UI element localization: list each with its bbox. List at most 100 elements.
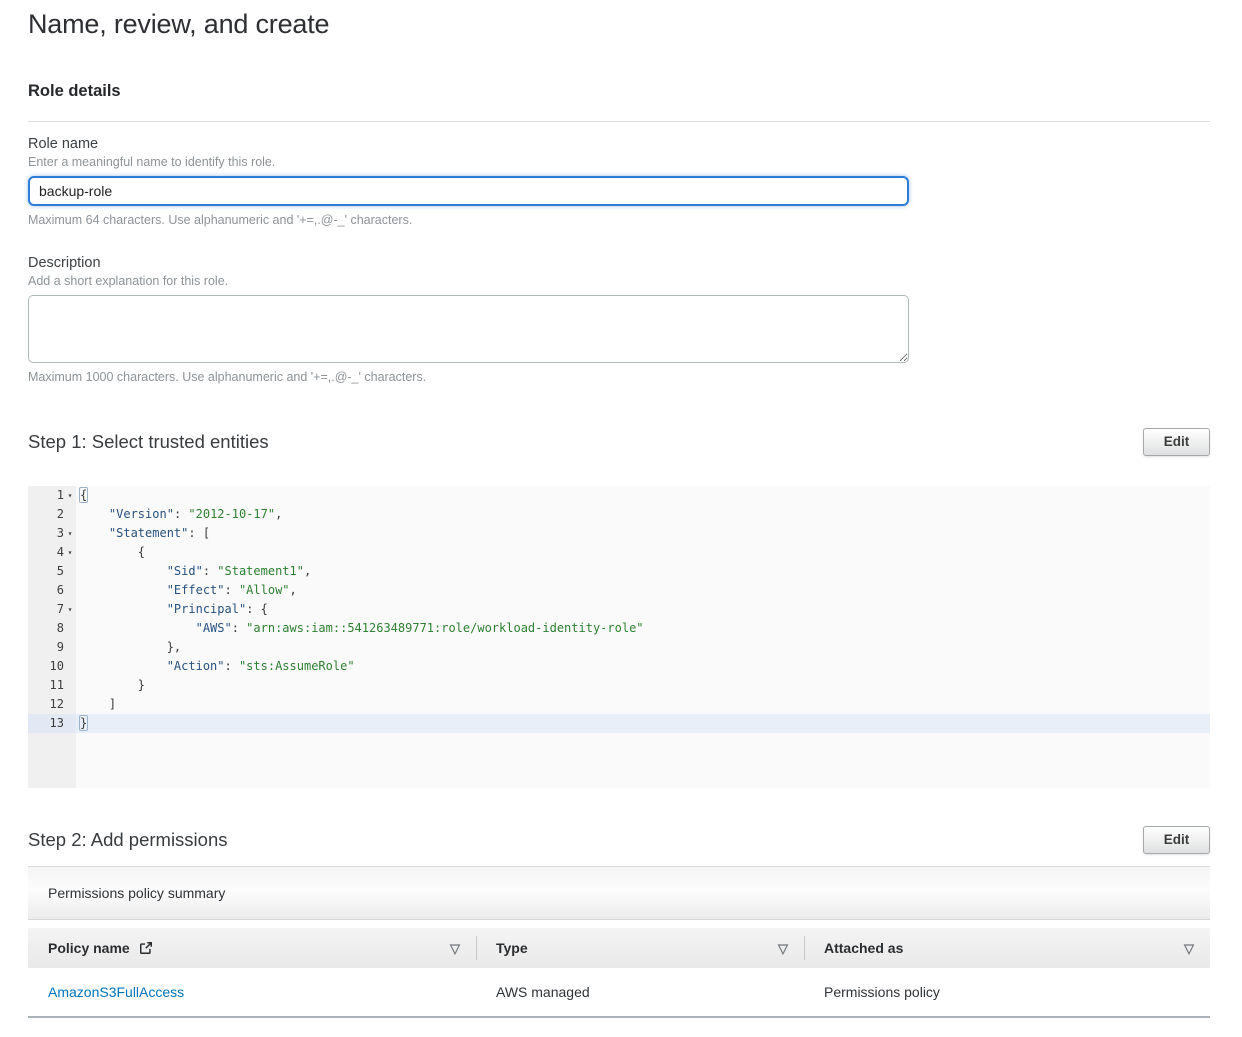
- code-line[interactable]: 6 "Effect": "Allow",: [28, 581, 1210, 600]
- fold-arrow-icon[interactable]: ▾: [64, 543, 76, 562]
- code-line[interactable]: 13}: [28, 714, 1210, 733]
- json-plain-token: [80, 602, 167, 616]
- filter-dropdown-icon[interactable]: ▽: [450, 942, 460, 955]
- json-key-token: "Sid": [167, 564, 203, 578]
- section-divider: [28, 121, 1210, 122]
- json-plain-token: :: [203, 564, 217, 578]
- fold-arrow-icon[interactable]: ▾: [64, 524, 76, 543]
- json-plain-token: [80, 659, 167, 673]
- policy-table-body: AmazonS3FullAccess AWS managedPermissions…: [28, 968, 1210, 1016]
- json-key-token: "Principal": [167, 602, 246, 616]
- gutter-cell: 11: [28, 676, 76, 695]
- step2-header-row: Step 2: Add permissions Edit: [28, 825, 1210, 854]
- code-line[interactable]: 1▾{: [28, 486, 1210, 505]
- description-textarea[interactable]: [28, 295, 909, 363]
- gutter-cell: 8: [28, 619, 76, 638]
- gutter-cell: 7▾: [28, 600, 76, 619]
- gutter-cell: 4▾: [28, 543, 76, 562]
- gutter-cell: 6: [28, 581, 76, 600]
- json-plain-token: : {: [246, 602, 268, 616]
- json-plain-token: {: [80, 545, 145, 559]
- json-plain-token: [80, 526, 109, 540]
- editor-empty-area[interactable]: [28, 733, 1210, 788]
- table-row: AmazonS3FullAccess AWS managedPermissions…: [28, 968, 1210, 1016]
- column-header-label: Type: [496, 940, 528, 956]
- code-line-text: }: [76, 714, 1210, 733]
- code-line[interactable]: 8 "AWS": "arn:aws:iam::541263489771:role…: [28, 619, 1210, 638]
- column-header-attached-as[interactable]: Attached as ▽: [804, 928, 1210, 968]
- json-plain-token: :: [225, 659, 239, 673]
- code-line-text: {: [76, 543, 1210, 562]
- filter-dropdown-icon[interactable]: ▽: [1184, 942, 1194, 955]
- trust-policy-code-editor[interactable]: 1▾{2 "Version": "2012-10-17",3▾ "Stateme…: [28, 486, 1210, 788]
- permissions-summary-panel-header: Permissions policy summary: [28, 866, 1210, 920]
- code-line-text: "AWS": "arn:aws:iam::541263489771:role/w…: [76, 619, 1210, 638]
- permissions-policy-table: Policy name▽ Type ▽ Attached as ▽ AmazonS3Fu…: [28, 928, 1210, 1018]
- line-number: 12: [50, 695, 64, 714]
- json-key-token: "Version": [109, 507, 174, 521]
- json-plain-token: }: [80, 678, 145, 692]
- policy-table-header-row: Policy name▽ Type ▽ Attached as ▽: [28, 928, 1210, 968]
- json-plain-token: },: [80, 640, 181, 654]
- code-line-text: {: [76, 486, 1210, 505]
- filter-dropdown-icon[interactable]: ▽: [778, 942, 788, 955]
- cell-attached-as: Permissions policy: [804, 984, 1210, 1000]
- code-line[interactable]: 12 ]: [28, 695, 1210, 714]
- gutter-cell: 13: [28, 714, 76, 733]
- column-header-policy-name[interactable]: Policy name▽: [28, 928, 476, 968]
- fold-arrow-icon[interactable]: ▾: [64, 486, 76, 505]
- gutter-cell: 2: [28, 505, 76, 524]
- line-number: 5: [57, 562, 64, 581]
- line-number: 6: [57, 581, 64, 600]
- code-line-text: "Statement": [: [76, 524, 1210, 543]
- step1-header-row: Step 1: Select trusted entities Edit: [28, 427, 1210, 456]
- gutter-cell: 3▾: [28, 524, 76, 543]
- gutter-cell: 1▾: [28, 486, 76, 505]
- code-line[interactable]: 4▾ {: [28, 543, 1210, 562]
- json-plain-token: : [: [188, 526, 210, 540]
- column-header-label: Attached as: [824, 940, 903, 956]
- description-constraint: Maximum 1000 characters. Use alphanumeri…: [28, 370, 1210, 385]
- step1-heading: Step 1: Select trusted entities: [28, 431, 269, 453]
- code-line[interactable]: 10 "Action": "sts:AssumeRole": [28, 657, 1210, 676]
- role-details-heading: Role details: [28, 82, 1210, 101]
- cell-type: AWS managed: [476, 984, 804, 1000]
- policy-name-link[interactable]: AmazonS3FullAccess: [48, 984, 184, 1000]
- role-name-constraint: Maximum 64 characters. Use alphanumeric …: [28, 213, 1210, 228]
- gutter-cell: 9: [28, 638, 76, 657]
- gutter-cell: 10: [28, 657, 76, 676]
- description-hint: Add a short explanation for this role.: [28, 274, 1210, 289]
- json-key-token: "Statement": [109, 526, 188, 540]
- step2-edit-button[interactable]: Edit: [1143, 826, 1210, 854]
- external-link-icon: [139, 941, 153, 955]
- code-line-text: "Effect": "Allow",: [76, 581, 1210, 600]
- json-plain-token: [80, 583, 167, 597]
- code-line[interactable]: 11 }: [28, 676, 1210, 695]
- cell-policy-name: AmazonS3FullAccess: [28, 984, 476, 1000]
- json-plain-token: ]: [80, 697, 116, 711]
- code-line-text: "Sid": "Statement1",: [76, 562, 1210, 581]
- step1-edit-button[interactable]: Edit: [1143, 428, 1210, 456]
- json-key-token: "Action": [167, 659, 225, 673]
- column-header-type[interactable]: Type ▽: [476, 928, 804, 968]
- json-plain-token: [80, 507, 109, 521]
- role-name-label: Role name: [28, 136, 1210, 153]
- role-name-input[interactable]: [28, 176, 909, 206]
- code-line[interactable]: 5 "Sid": "Statement1",: [28, 562, 1210, 581]
- json-key-token: "AWS": [196, 621, 232, 635]
- code-line[interactable]: 2 "Version": "2012-10-17",: [28, 505, 1210, 524]
- matched-bracket-token: }: [79, 715, 88, 731]
- create-role-review-page: Name, review, and create Role details Ro…: [0, 0, 1242, 1018]
- line-number: 13: [50, 714, 64, 733]
- fold-arrow-icon[interactable]: ▾: [64, 600, 76, 619]
- code-line[interactable]: 9 },: [28, 638, 1210, 657]
- code-line[interactable]: 3▾ "Statement": [: [28, 524, 1210, 543]
- line-number: 9: [57, 638, 64, 657]
- step2-heading: Step 2: Add permissions: [28, 829, 228, 851]
- code-line[interactable]: 7▾ "Principal": {: [28, 600, 1210, 619]
- json-string-token: "arn:aws:iam::541263489771:role/workload…: [246, 621, 643, 635]
- json-plain-token: [80, 564, 167, 578]
- role-name-hint: Enter a meaningful name to identify this…: [28, 155, 1210, 170]
- gutter-cell: 5: [28, 562, 76, 581]
- line-number: 11: [50, 676, 64, 695]
